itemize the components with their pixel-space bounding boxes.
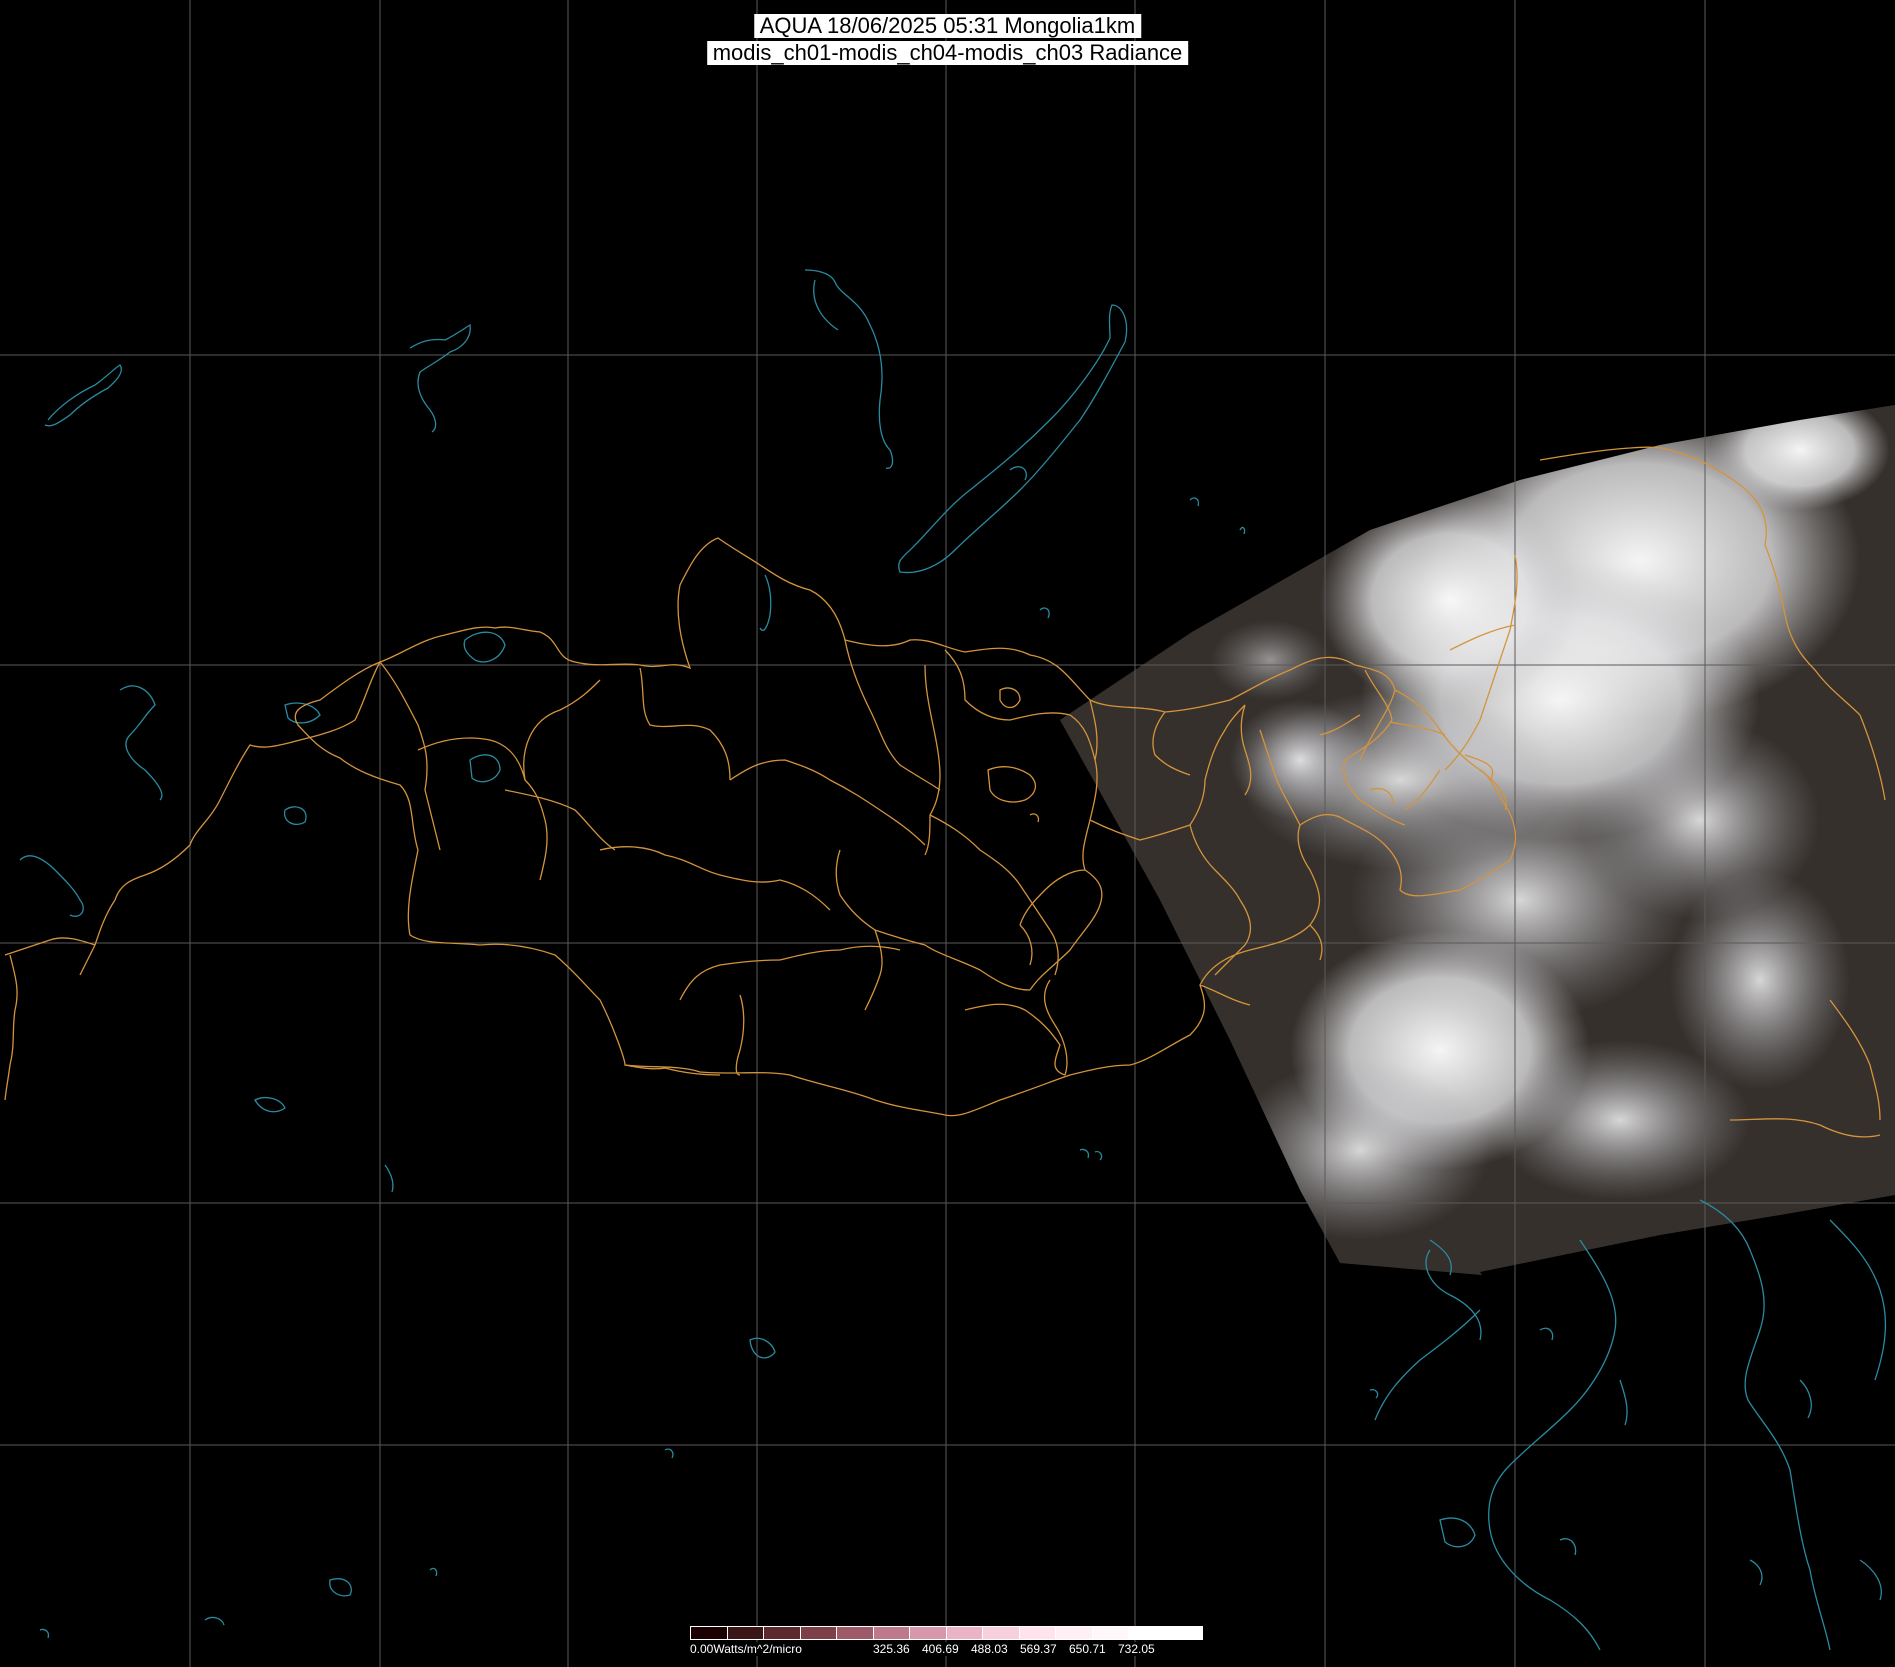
colorbar-segment	[764, 1627, 801, 1639]
satellite-map	[0, 0, 1895, 1667]
colorbar-unit-label: 0.00Watts/m^2/micro	[690, 1642, 802, 1656]
colorbar-tick-label: 569.37	[1020, 1642, 1057, 1656]
colorbar-tick-label: 325.36	[873, 1642, 910, 1656]
satellite-swath	[1060, 405, 1895, 1275]
colorbar-segment	[727, 1627, 764, 1639]
colorbar-segment	[910, 1627, 947, 1639]
colorbar-tick-label: 732.05	[1118, 1642, 1155, 1656]
colorbar-segment	[1092, 1627, 1129, 1639]
colorbar-tick-label: 488.03	[971, 1642, 1008, 1656]
colorbar-segment	[1056, 1627, 1093, 1639]
colorbar-gradient	[690, 1626, 1203, 1640]
colorbar-tick-label: 406.69	[922, 1642, 959, 1656]
colorbar-segment	[1129, 1627, 1166, 1639]
map-title: AQUA 18/06/2025 05:31 Mongolia1km	[753, 14, 1142, 38]
colorbar-segment	[1165, 1627, 1202, 1639]
colorbar-tick-label: 650.71	[1069, 1642, 1106, 1656]
colorbar: 0.00Watts/m^2/micro 325.36 406.69 488.03…	[690, 1626, 1203, 1658]
colorbar-segment	[800, 1627, 837, 1639]
colorbar-segment	[983, 1627, 1020, 1639]
colorbar-segment	[691, 1627, 728, 1639]
colorbar-segment	[946, 1627, 983, 1639]
colorbar-segment	[873, 1627, 910, 1639]
map-subtitle: modis_ch01-modis_ch04-modis_ch03 Radianc…	[706, 41, 1189, 65]
colorbar-segment	[837, 1627, 874, 1639]
colorbar-segment	[1019, 1627, 1056, 1639]
